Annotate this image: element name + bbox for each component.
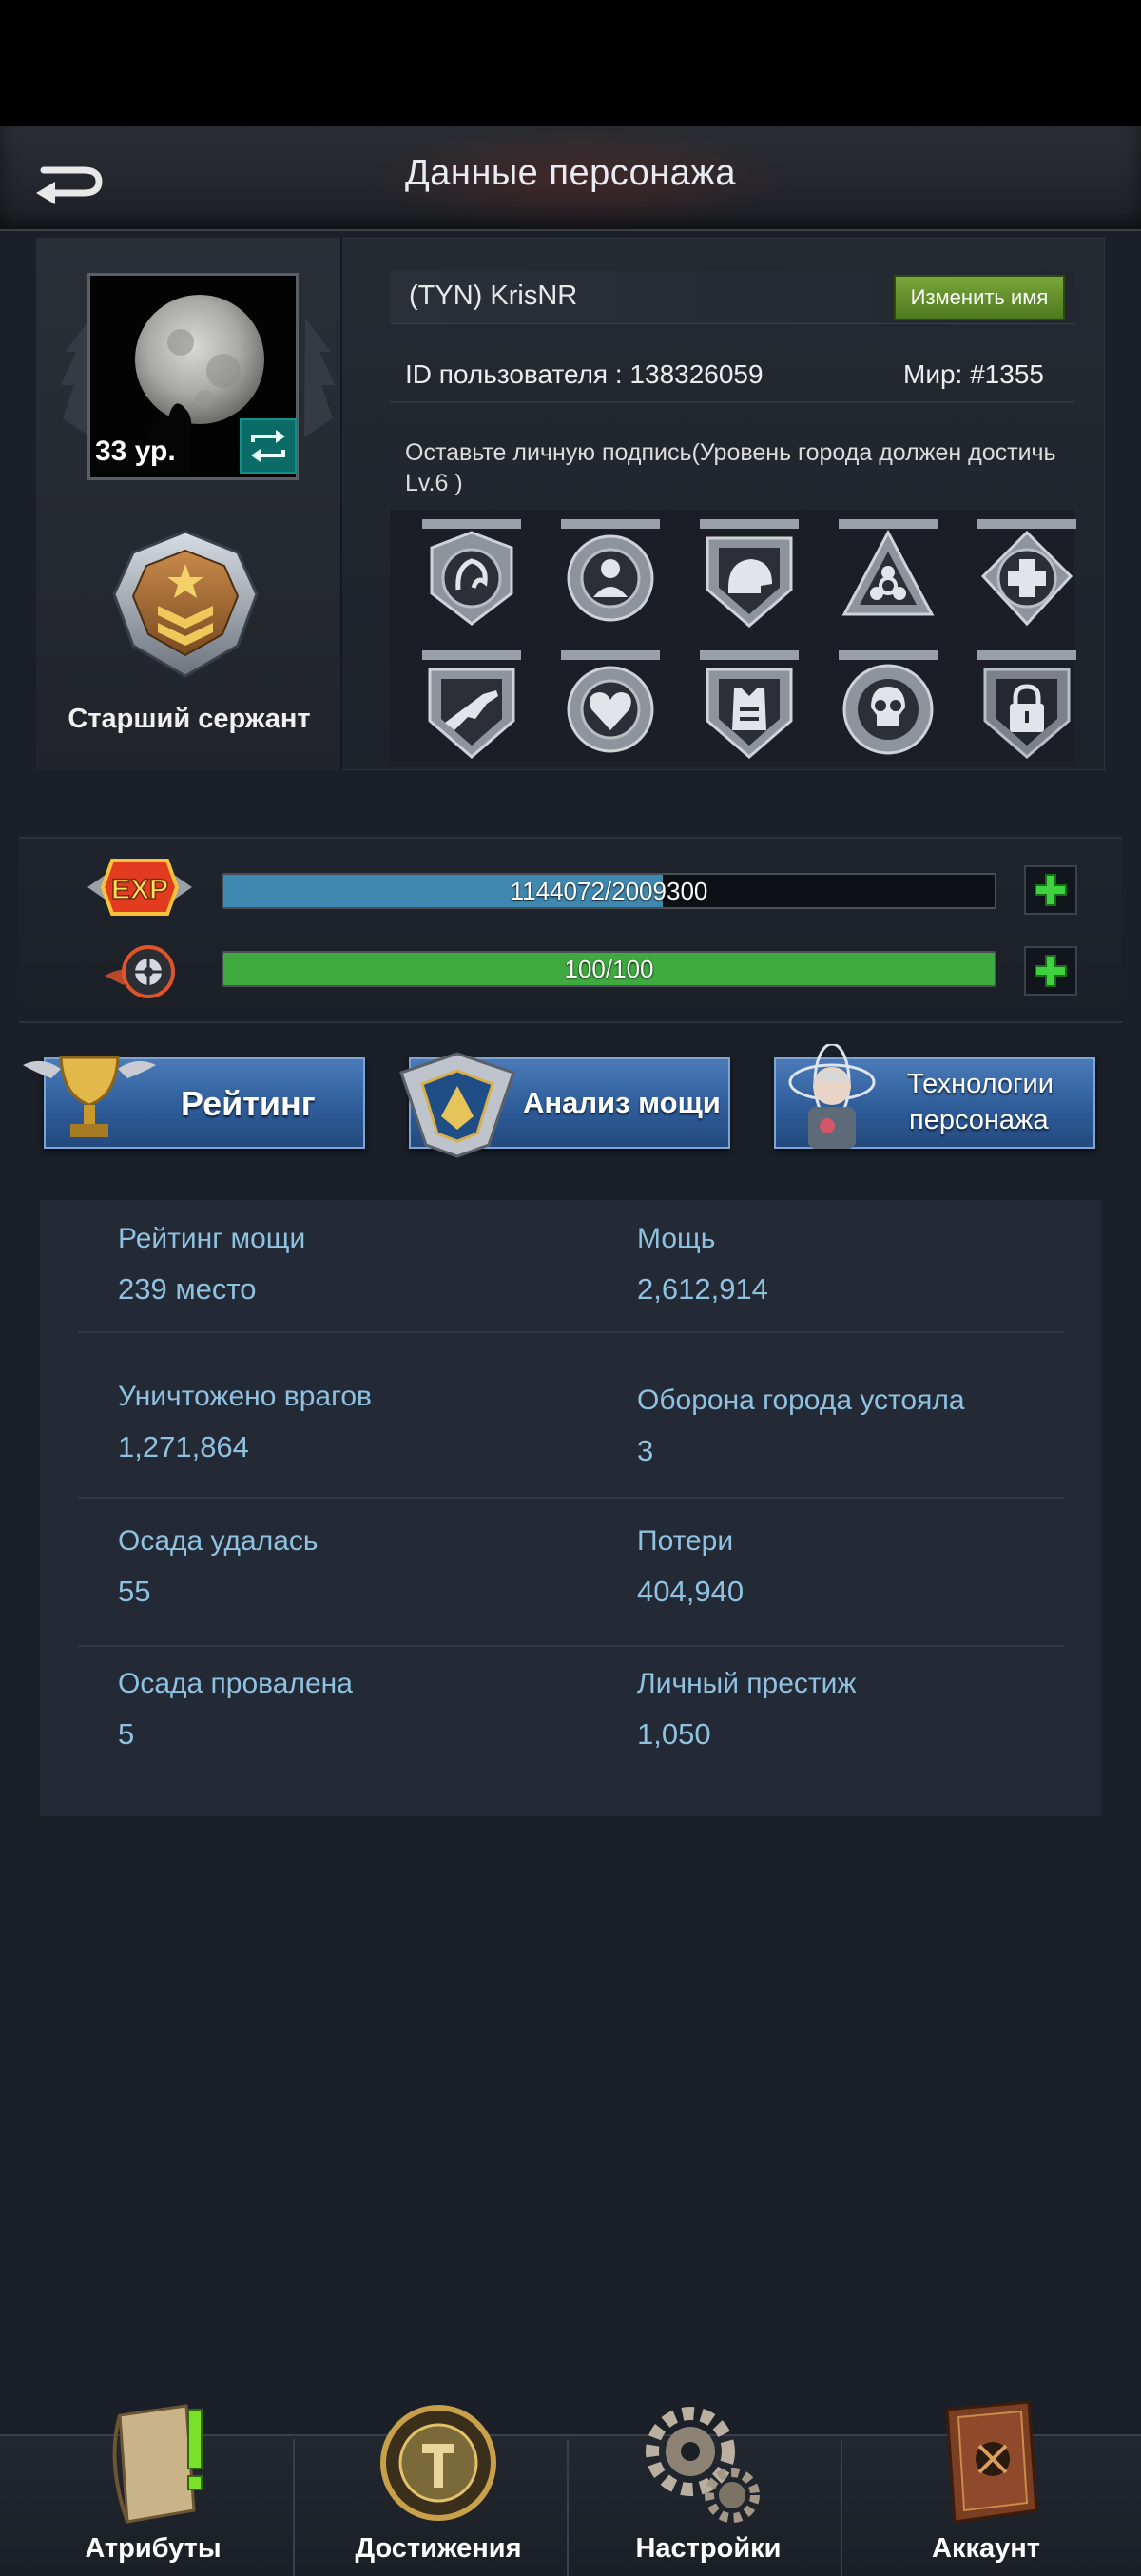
plus-icon [1035,874,1067,906]
stat-value: 5 [118,1717,135,1751]
stat-value: 2,612,914 [637,1272,768,1306]
bottom-nav-label: Атрибуты [85,2533,222,2564]
exp-progress-bar: 1144072/2009300 [222,873,996,909]
exp-icon: EXP [87,859,192,916]
divider [390,401,1074,403]
soldier-badge-icon[interactable] [555,519,666,633]
stat-label: Уничтожено врагов [118,1381,372,1412]
divider [78,1497,1063,1499]
stat-value: 55 [118,1575,151,1608]
bottom-nav-label: Настройки [635,2533,782,2564]
armor-vest-badge-icon[interactable] [694,650,804,765]
divider [78,1645,1063,1647]
header-bar: Данные персонажа [0,126,1141,231]
trophy-icon [23,1056,156,1137]
swap-arrows-icon [251,430,285,462]
player-name: (TYN) KrisNR [409,281,578,311]
stat-label: Рейтинг мощи [118,1223,306,1254]
energy-progress-text: 100/100 [564,955,654,983]
helmet-badge-icon[interactable] [694,519,804,633]
change-avatar-button[interactable] [240,418,297,474]
stat-label: Осада провалена [118,1668,353,1699]
bottom-nav-account[interactable]: Аккаунт [848,2400,1124,2576]
level-label: 33 ур. [95,436,176,467]
user-id-label: ID пользователя : 138326059 [405,359,764,389]
power-emblem-icon [399,1052,515,1158]
settings-gears-icon [646,2407,760,2523]
rename-button[interactable]: Изменить имя [894,275,1065,320]
bottom-nav-label: Достижения [355,2533,522,2564]
stat-label: Потери [637,1525,734,1557]
svg-text:EXP: EXP [111,874,168,905]
add-exp-button[interactable] [1024,865,1077,915]
energy-progress-bar: 100/100 [222,951,996,987]
account-book-icon [945,2400,1038,2524]
rank-name: Старший сержант [68,704,311,734]
stat-label: Мощь [637,1223,716,1254]
skull-badge-icon[interactable] [833,650,943,765]
right-wing-ornament-icon [304,319,335,437]
character-tech-icon [788,1044,876,1149]
stat-value: 3 [637,1434,654,1467]
plus-icon [1035,955,1067,987]
add-energy-button[interactable] [1024,946,1077,996]
biohazard-badge-icon[interactable] [833,519,943,633]
divider [293,2439,295,2576]
stat-label: Личный престиж [637,1668,857,1699]
achievements-medal-icon [380,2405,496,2521]
rating-button-label: Рейтинг [181,1084,316,1123]
bottom-nav-attributes[interactable]: Атрибуты [15,2404,291,2576]
exp-progress-text: 1144072/2009300 [510,877,708,905]
signature-prompt[interactable]: Оставьте личную подпись(Уровень города д… [405,437,1080,498]
attributes-scroll-icon [112,2404,203,2524]
medic-cross-badge-icon[interactable] [972,519,1082,633]
stat-label: Осада удалась [118,1525,319,1557]
stat-value: 239 место [118,1272,257,1306]
stat-value: 1,271,864 [118,1430,249,1463]
stat-label: Оборона города устояла [637,1385,965,1416]
stat-value: 404,940 [637,1575,745,1608]
world-label: Мир: #1355 [903,359,1044,389]
rank-insignia-icon [112,530,259,678]
energy-wheel-icon [105,945,175,998]
divider [78,1331,1063,1333]
rifle-badge-icon[interactable] [416,650,527,765]
status-bar [0,0,1141,126]
stat-value: 1,050 [637,1717,711,1751]
bottom-nav-settings[interactable]: Настройки [570,2407,846,2576]
character-tech-label-line2: персонажа [909,1105,1049,1135]
page-title: Данные персонажа [405,153,736,193]
bottom-nav-achievements[interactable]: Достижения [300,2405,576,2576]
mammoth-badge-icon[interactable] [416,519,527,633]
bottom-nav-label: Аккаунт [932,2533,1040,2564]
heart-badge-icon[interactable] [555,650,666,765]
power-analysis-button-label: Анализ мощи [523,1086,721,1119]
character-tech-label-line1: Технологии [907,1069,1054,1099]
player-name-row: (TYN) KrisNR Изменить имя [390,271,1074,324]
lock-badge-icon[interactable] [972,650,1082,765]
